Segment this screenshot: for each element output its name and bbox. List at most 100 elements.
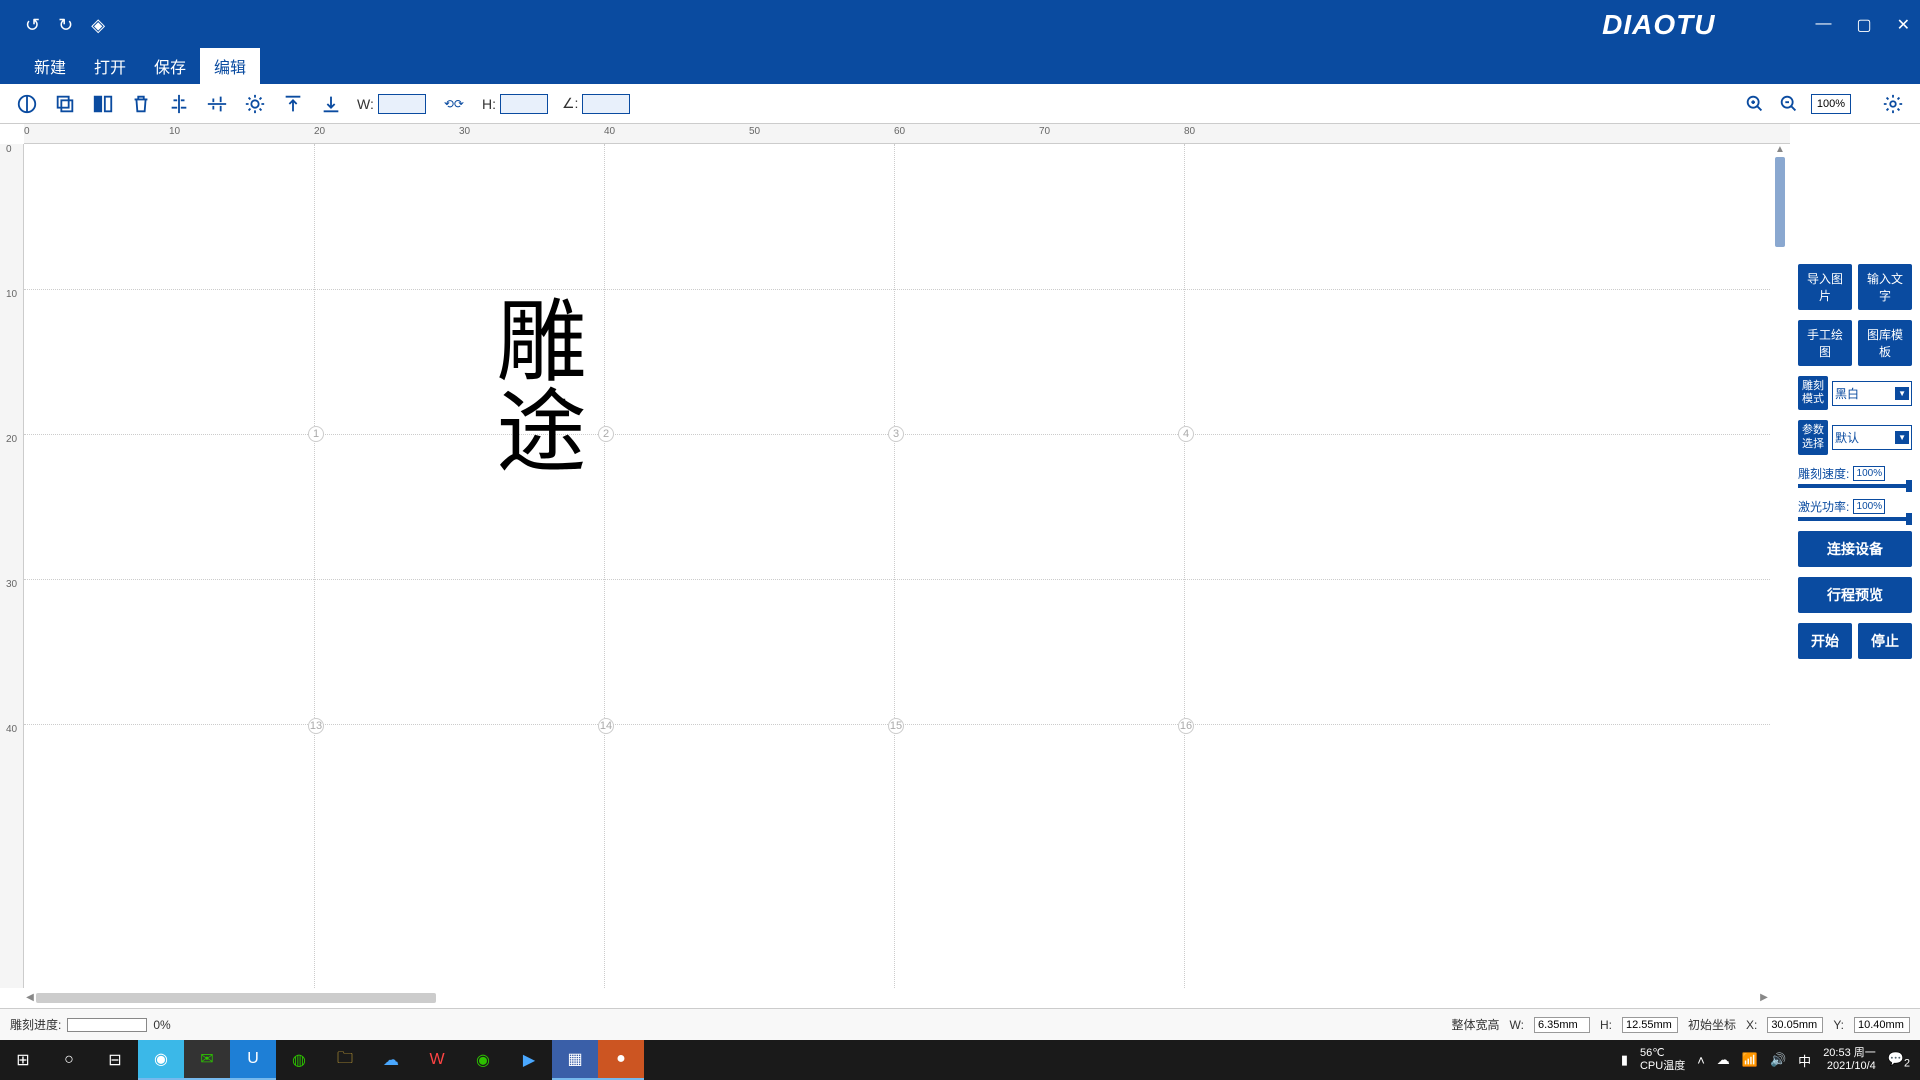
cpu-temp[interactable]: 56℃ CPU温度 [1640,1047,1685,1073]
menu-save[interactable]: 保存 [140,48,200,84]
width-input[interactable] [378,94,426,114]
taskbar-app-wps[interactable]: W [414,1040,460,1080]
grid-marker: 16 [1178,718,1194,734]
taskbar-app-baidu[interactable]: ☁ [368,1040,414,1080]
battery-icon[interactable]: ▮ [1621,1052,1628,1068]
statusbar: 雕刻进度: 0% 整体宽高 W: H: 初始坐标 X: Y: [0,1008,1920,1040]
overall-size-label: 整体宽高 [1451,1016,1499,1033]
vertical-scrollbar[interactable]: ▲ [1774,144,1786,988]
task-view-icon[interactable]: ⊟ [92,1040,138,1080]
taskbar-app-blue[interactable]: U [230,1040,276,1080]
height-label: H: [482,96,496,112]
grid-marker: 4 [1178,426,1194,442]
titlebar: ↺ ↻ ◈ DIAOTU — ▢ ✕ [0,0,1920,50]
taskbar-app-explorer[interactable]: 🗀 [322,1040,368,1080]
ime-indicator[interactable]: 中 [1798,1051,1811,1070]
ruler-horizontal: 0 10 20 30 40 50 60 70 80 [24,124,1790,144]
stop-button[interactable]: 停止 [1858,623,1912,659]
power-slider[interactable] [1798,517,1912,521]
align-bottom-icon[interactable] [319,92,343,116]
align-center-h-icon[interactable] [167,92,191,116]
engrave-mode-label: 雕刻 模式 [1798,376,1828,410]
cortana-icon[interactable]: ○ [46,1040,92,1080]
gallery-button[interactable]: 图库模板 [1858,320,1912,366]
close-icon[interactable]: ✕ [1897,15,1910,35]
menu-new[interactable]: 新建 [20,48,80,84]
progress-percent: 0% [153,1018,170,1032]
height-input[interactable] [500,94,548,114]
canvas-text-object[interactable]: 雕途 [484,294,579,474]
initial-coord-label: 初始坐标 [1688,1016,1736,1033]
preview-path-button[interactable]: 行程预览 [1798,577,1912,613]
progress-bar [67,1018,147,1032]
menu-edit[interactable]: 编辑 [200,48,260,84]
status-h-label: H: [1600,1018,1612,1032]
taskbar-app-360[interactable]: ◍ [276,1040,322,1080]
align-center-v-icon[interactable] [205,92,229,116]
scroll-thumb[interactable] [36,993,436,1003]
minimize-icon[interactable]: — [1815,15,1831,35]
settings-icon[interactable] [1881,92,1905,116]
redo-icon[interactable]: ↻ [58,15,73,36]
speed-slider[interactable] [1798,484,1912,488]
hand-draw-button[interactable]: 手工绘图 [1798,320,1852,366]
power-value: 100% [1853,499,1885,514]
volume-icon[interactable]: 🔊 [1770,1052,1786,1068]
engrave-mode-select[interactable]: 黑白▼ [1832,381,1912,406]
menubar: 新建 打开 保存 编辑 [0,50,1920,84]
undo-icon[interactable]: ↺ [25,15,40,36]
delete-icon[interactable] [129,92,153,116]
taskbar-app-wechat[interactable]: ✉ [184,1040,230,1080]
connect-device-button[interactable]: 连接设备 [1798,531,1912,567]
taskbar-app-music[interactable]: ◉ [460,1040,506,1080]
target-icon[interactable]: ◈ [91,15,105,36]
taskbar-app-current[interactable]: ▦ [552,1040,598,1080]
param-select-label: 参数 选择 [1798,420,1828,454]
start-button[interactable]: 开始 [1798,623,1852,659]
status-h-input[interactable] [1622,1017,1678,1033]
link-lock-icon[interactable]: ⟲⟳ [444,97,464,111]
start-menu-icon[interactable]: ⊞ [0,1040,46,1080]
canvas[interactable]: 1 2 3 4 13 14 15 16 雕途 ↖ [24,144,1770,988]
param-select[interactable]: 默认▼ [1832,425,1912,450]
scroll-up-icon[interactable]: ▲ [1774,144,1786,156]
status-x-input[interactable] [1767,1017,1823,1033]
scroll-right-icon[interactable]: ▶ [1758,992,1770,1004]
brightness-icon[interactable] [243,92,267,116]
input-text-button[interactable]: 输入文字 [1858,264,1912,310]
toolbar: W: ⟲⟳ H: ∠: [0,84,1920,124]
contrast-icon[interactable] [15,92,39,116]
status-y-input[interactable] [1854,1017,1910,1033]
power-label: 激光功率: [1798,498,1849,515]
notification-icon[interactable]: 💬2 [1888,1051,1910,1070]
cursor-icon: ↖ [559,394,571,411]
menu-open[interactable]: 打开 [80,48,140,84]
zoom-input[interactable] [1811,94,1851,114]
width-label: W: [357,96,374,112]
flip-h-icon[interactable] [91,92,115,116]
copy-icon[interactable] [53,92,77,116]
chevron-down-icon: ▼ [1895,387,1909,400]
progress-label: 雕刻进度: [10,1016,61,1033]
grid-marker: 2 [598,426,614,442]
zoom-out-icon[interactable] [1777,92,1801,116]
taskbar-app-browser[interactable]: ◉ [138,1040,184,1080]
clock[interactable]: 20:53 周一 2021/10/4 [1823,1047,1876,1073]
maximize-icon[interactable]: ▢ [1856,15,1871,35]
horizontal-scrollbar[interactable]: ◀ ▶ [24,992,1770,1004]
taskbar-app-record[interactable]: ● [598,1040,644,1080]
angle-input[interactable] [582,94,630,114]
grid-marker: 14 [598,718,614,734]
wifi-icon[interactable]: 📶 [1742,1052,1758,1068]
tray-expand-icon[interactable]: ˄ [1697,1053,1705,1068]
canvas-area: 0 10 20 30 40 50 60 70 80 0 10 20 30 40 [0,124,1790,1008]
cloud-icon[interactable]: ☁ [1717,1052,1730,1068]
align-top-icon[interactable] [281,92,305,116]
scroll-thumb[interactable] [1775,157,1785,247]
zoom-in-icon[interactable] [1743,92,1767,116]
angle-label: ∠: [562,95,578,112]
status-w-input[interactable] [1534,1017,1590,1033]
scroll-left-icon[interactable]: ◀ [24,992,36,1004]
import-image-button[interactable]: 导入图片 [1798,264,1852,310]
taskbar-app-player[interactable]: ▶ [506,1040,552,1080]
